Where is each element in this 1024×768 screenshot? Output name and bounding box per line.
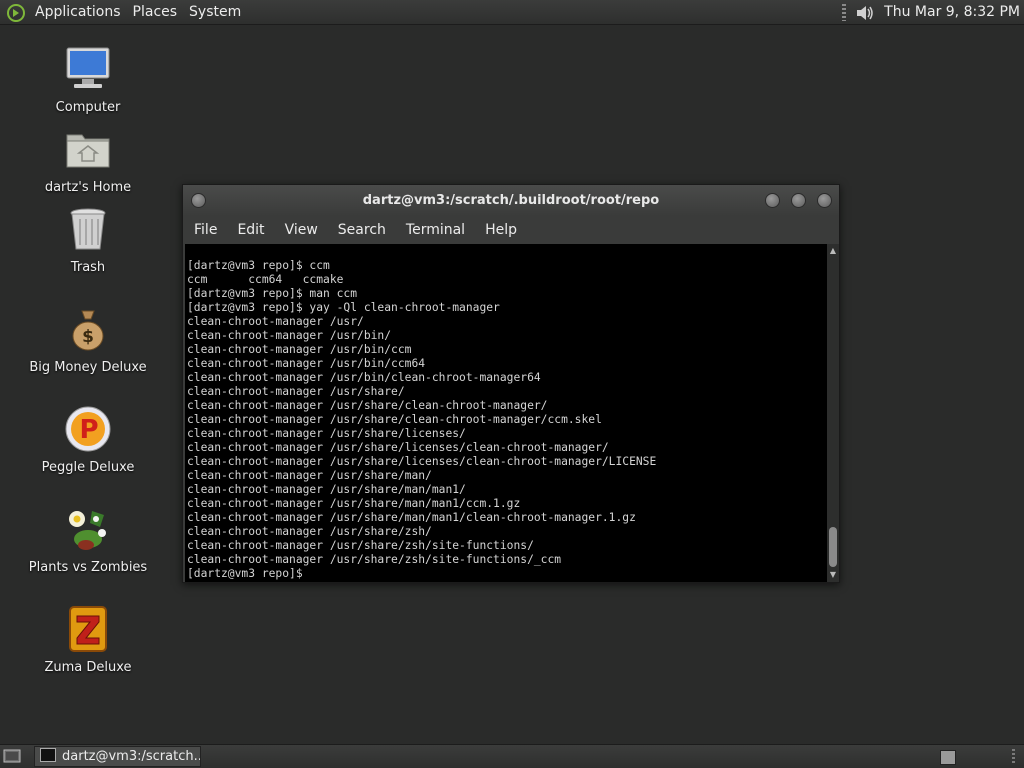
desktop-icon-label: Peggle Deluxe xyxy=(41,460,135,475)
terminal-line: clean-chroot-manager /usr/share/licenses… xyxy=(187,455,657,468)
show-desktop-icon[interactable] xyxy=(3,748,21,764)
terminal-line: clean-chroot-manager /usr/bin/ccm64 xyxy=(187,357,426,370)
terminal-line: clean-chroot-manager /usr/share/man/man1… xyxy=(187,497,521,510)
window-title: dartz@vm3:/scratch/.buildroot/root/repo xyxy=(362,193,660,208)
top-panel: Applications Places System Thu Mar 9, 8:… xyxy=(0,0,1024,25)
desktop-icon-home[interactable]: dartz's Home xyxy=(18,125,158,195)
terminal-line: [dartz@vm3 repo]$ man ccm xyxy=(187,287,358,300)
window-titlebar[interactable]: dartz@vm3:/scratch/.buildroot/root/repo xyxy=(183,185,839,216)
desktop-icon-zuma[interactable]: Zuma Deluxe xyxy=(18,605,158,675)
terminal-line: clean-chroot-manager /usr/bin/ xyxy=(187,329,392,342)
terminal-line: clean-chroot-manager /usr/share/clean-ch… xyxy=(187,413,602,426)
desktop-icon-label: Plants vs Zombies xyxy=(28,560,148,575)
applications-menu[interactable]: Applications xyxy=(29,0,127,25)
menu-terminal[interactable]: Terminal xyxy=(396,222,475,238)
tray-handle[interactable] xyxy=(842,4,847,21)
menu-edit[interactable]: Edit xyxy=(227,222,274,238)
terminal-menubar: File Edit View Search Terminal Help xyxy=(183,216,839,244)
terminal-line: clean-chroot-manager /usr/share/clean-ch… xyxy=(187,399,548,412)
menu-help[interactable]: Help xyxy=(475,222,527,238)
terminal-window: dartz@vm3:/scratch/.buildroot/root/repo … xyxy=(182,184,840,583)
volume-icon[interactable] xyxy=(854,3,874,23)
menu-search[interactable]: Search xyxy=(328,222,396,238)
desktop-icon-label: Computer xyxy=(55,100,121,115)
system-menu[interactable]: System xyxy=(183,0,247,25)
maximize-button[interactable] xyxy=(791,193,806,208)
money-bag-icon: $ xyxy=(72,310,104,351)
terminal-line: [dartz@vm3 repo]$ xyxy=(187,567,310,580)
system-tray: Thu Mar 9, 8:32 PM xyxy=(842,0,1024,25)
scroll-down-icon[interactable]: ▼ xyxy=(828,570,838,580)
desktop-icon-big-money[interactable]: $ Big Money Deluxe xyxy=(18,305,158,375)
terminal-line: clean-chroot-manager /usr/share/man/man1… xyxy=(187,483,466,496)
panel-menu-bar: Applications Places System xyxy=(0,0,247,25)
distro-logo-icon[interactable] xyxy=(7,3,25,22)
desktop-icon-computer[interactable]: Computer xyxy=(18,45,158,115)
peggle-icon: P xyxy=(65,406,111,452)
plants-icon xyxy=(69,511,106,550)
bottom-panel: dartz@vm3:/scratch... xyxy=(0,744,1024,768)
terminal-line: [dartz@vm3 repo]$ yay -Ql clean-chroot-m… xyxy=(187,301,500,314)
desktop-icon-plants-vs-zombies[interactable]: Plants vs Zombies xyxy=(18,505,158,575)
terminal-line: clean-chroot-manager /usr/share/zsh/site… xyxy=(187,553,562,566)
terminal-line: clean-chroot-manager /usr/share/ xyxy=(187,385,405,398)
terminal-line: clean-chroot-manager /usr/bin/clean-chro… xyxy=(187,371,541,384)
taskbar-item-terminal[interactable]: dartz@vm3:/scratch... xyxy=(34,746,201,767)
computer-icon xyxy=(66,47,110,88)
home-folder-icon xyxy=(66,134,110,168)
terminal-line: clean-chroot-manager /usr/share/man/ xyxy=(187,469,432,482)
terminal-line: clean-chroot-manager /usr/share/man/man1… xyxy=(187,511,636,524)
zuma-icon xyxy=(69,606,107,652)
terminal-text: [dartz@vm3 repo]$ ccm ccm ccm64 ccmake [… xyxy=(185,244,827,581)
trash-icon xyxy=(70,208,106,250)
svg-text:$: $ xyxy=(82,327,94,347)
terminal-line: clean-chroot-manager /usr/ xyxy=(187,315,364,328)
terminal-line: [dartz@vm3 repo]$ ccm xyxy=(187,259,330,272)
terminal-icon xyxy=(40,748,56,762)
terminal-line: clean-chroot-manager /usr/share/licenses… xyxy=(187,441,609,454)
terminal-line: clean-chroot-manager /usr/share/licenses… xyxy=(187,427,466,440)
terminal-line: ccm ccm64 ccmake xyxy=(187,273,344,286)
places-menu[interactable]: Places xyxy=(127,0,184,25)
terminal-scrollbar[interactable]: ▲ ▼ xyxy=(827,244,839,582)
desktop-icon-trash[interactable]: Trash xyxy=(18,205,158,275)
panel-handle[interactable] xyxy=(1012,749,1015,765)
minimize-button[interactable] xyxy=(765,193,780,208)
menu-view[interactable]: View xyxy=(275,222,328,238)
desktop-icon-label: dartz's Home xyxy=(44,180,132,195)
svg-text:P: P xyxy=(79,415,98,445)
close-button[interactable] xyxy=(817,193,832,208)
scroll-up-icon[interactable]: ▲ xyxy=(828,246,838,256)
terminal-line: clean-chroot-manager /usr/share/zsh/ xyxy=(187,525,432,538)
clock[interactable]: Thu Mar 9, 8:32 PM xyxy=(884,0,1020,25)
workspace-switcher[interactable] xyxy=(940,750,956,765)
desktop-icon-label: Trash xyxy=(70,260,106,275)
terminal-output[interactable]: [dartz@vm3 repo]$ ccm ccm ccm64 ccmake [… xyxy=(185,244,827,582)
desktop-icon-label: Zuma Deluxe xyxy=(44,660,132,675)
scrollbar-thumb[interactable] xyxy=(829,527,837,567)
menu-file[interactable]: File xyxy=(183,222,227,238)
desktop-icon-peggle[interactable]: P Peggle Deluxe xyxy=(18,405,158,475)
terminal-line: clean-chroot-manager /usr/share/zsh/site… xyxy=(187,539,534,552)
desktop-icon-label: Big Money Deluxe xyxy=(29,360,147,375)
terminal-line: clean-chroot-manager /usr/bin/ccm xyxy=(187,343,412,356)
taskbar-item-label: dartz@vm3:/scratch... xyxy=(62,749,201,764)
